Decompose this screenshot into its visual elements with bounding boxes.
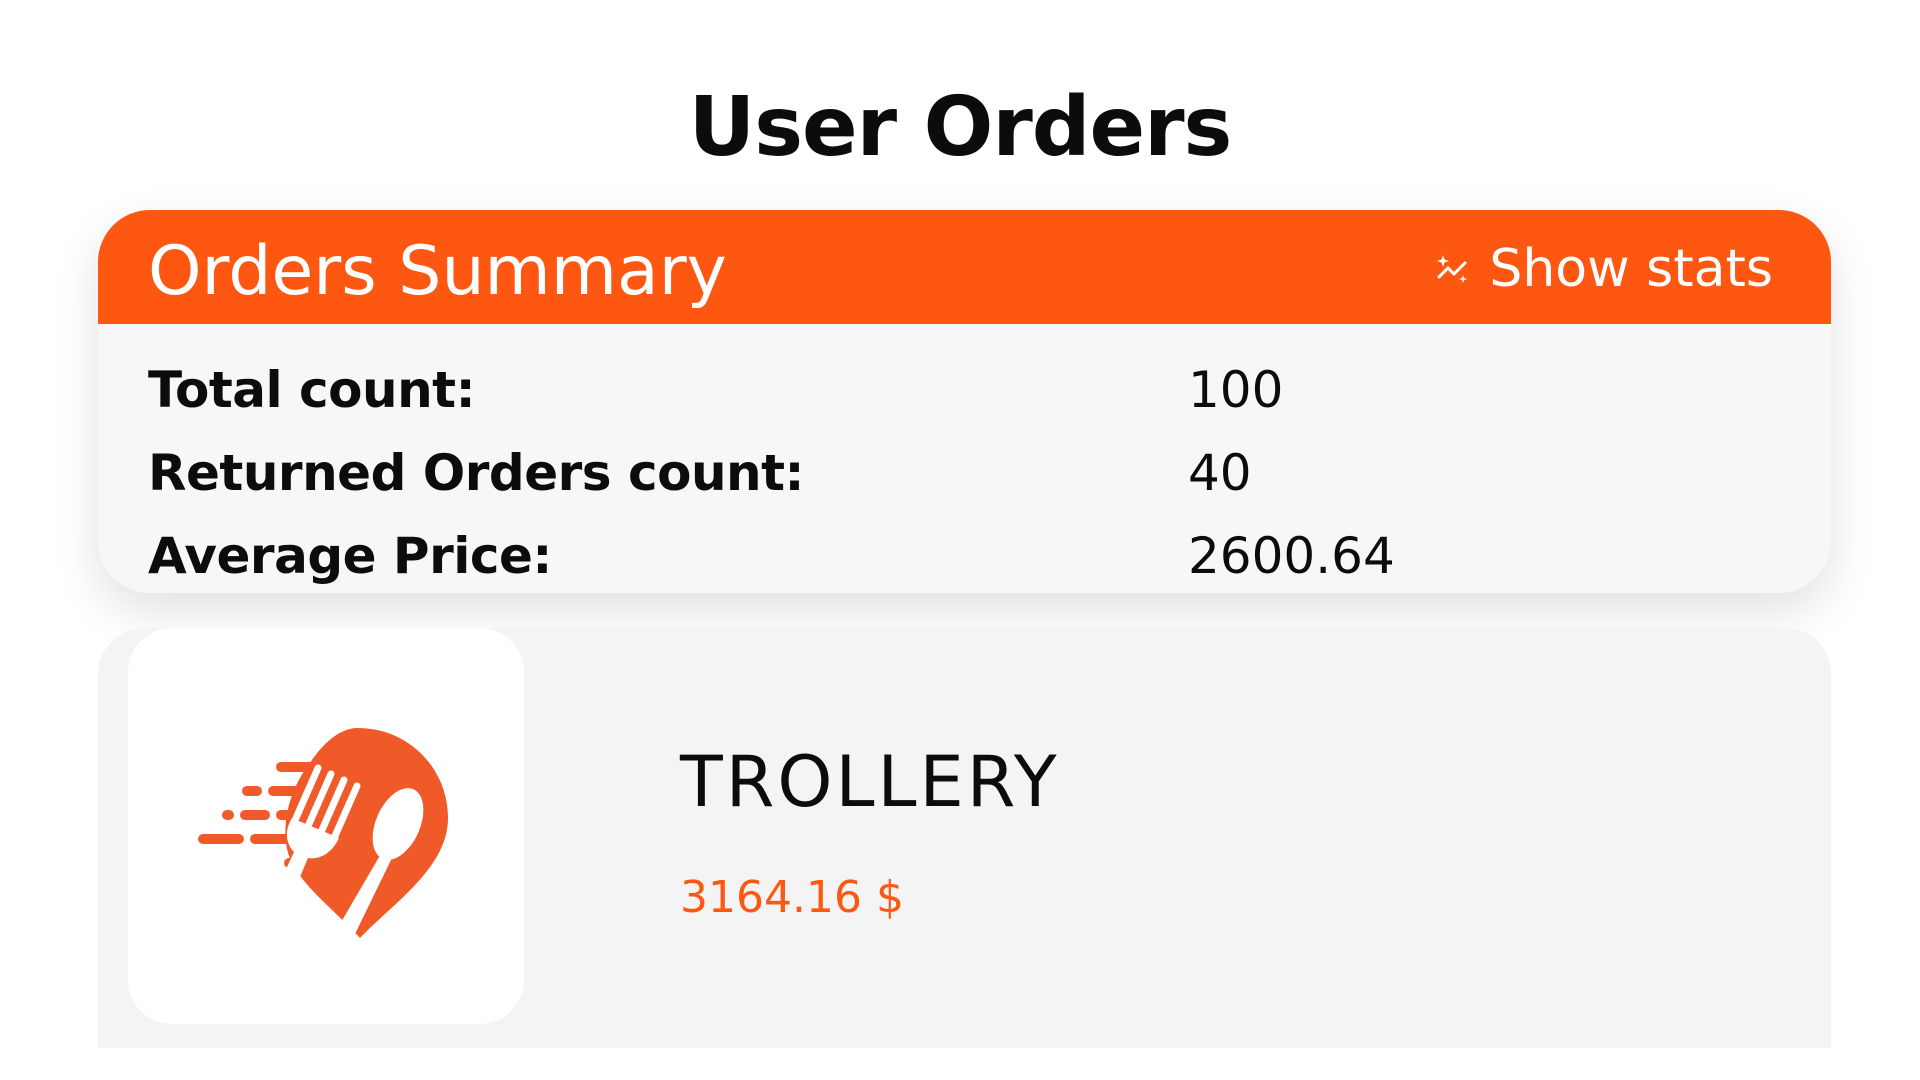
summary-row-average-price: Average Price: 2600.64 bbox=[148, 514, 1788, 593]
average-price-label: Average Price: bbox=[148, 526, 552, 585]
store-name: TROLLERY bbox=[680, 741, 1060, 823]
orders-summary-rows: Total count: 100 Returned Orders count: … bbox=[148, 348, 1788, 593]
order-card[interactable]: TROLLERY 3164.16 $ bbox=[98, 628, 1831, 1048]
total-count-label: Total count: bbox=[148, 360, 476, 419]
orders-summary-header: Orders Summary Show stats bbox=[98, 210, 1831, 324]
food-delivery-location-icon bbox=[198, 728, 448, 938]
show-stats-button[interactable]: Show stats bbox=[1435, 234, 1773, 304]
page-title: User Orders bbox=[688, 80, 1233, 175]
average-price-value: 2600.64 bbox=[1188, 526, 1395, 585]
orders-summary-card: Orders Summary Show stats Total count: 1… bbox=[98, 210, 1831, 593]
show-stats-label: Show stats bbox=[1489, 239, 1773, 299]
summary-row-total-count: Total count: 100 bbox=[148, 348, 1788, 431]
summary-row-returned-count: Returned Orders count: 40 bbox=[148, 431, 1788, 514]
returned-orders-count-label: Returned Orders count: bbox=[148, 443, 805, 502]
order-price: 3164.16 $ bbox=[680, 872, 904, 923]
total-count-value: 100 bbox=[1188, 360, 1284, 419]
orders-summary-title: Orders Summary bbox=[148, 232, 727, 311]
store-logo bbox=[128, 628, 524, 1024]
user-orders-page: User Orders Orders Summary Show stats To… bbox=[0, 0, 1920, 1080]
returned-orders-count-value: 40 bbox=[1188, 443, 1252, 502]
sparkle-chart-icon bbox=[1435, 252, 1469, 286]
